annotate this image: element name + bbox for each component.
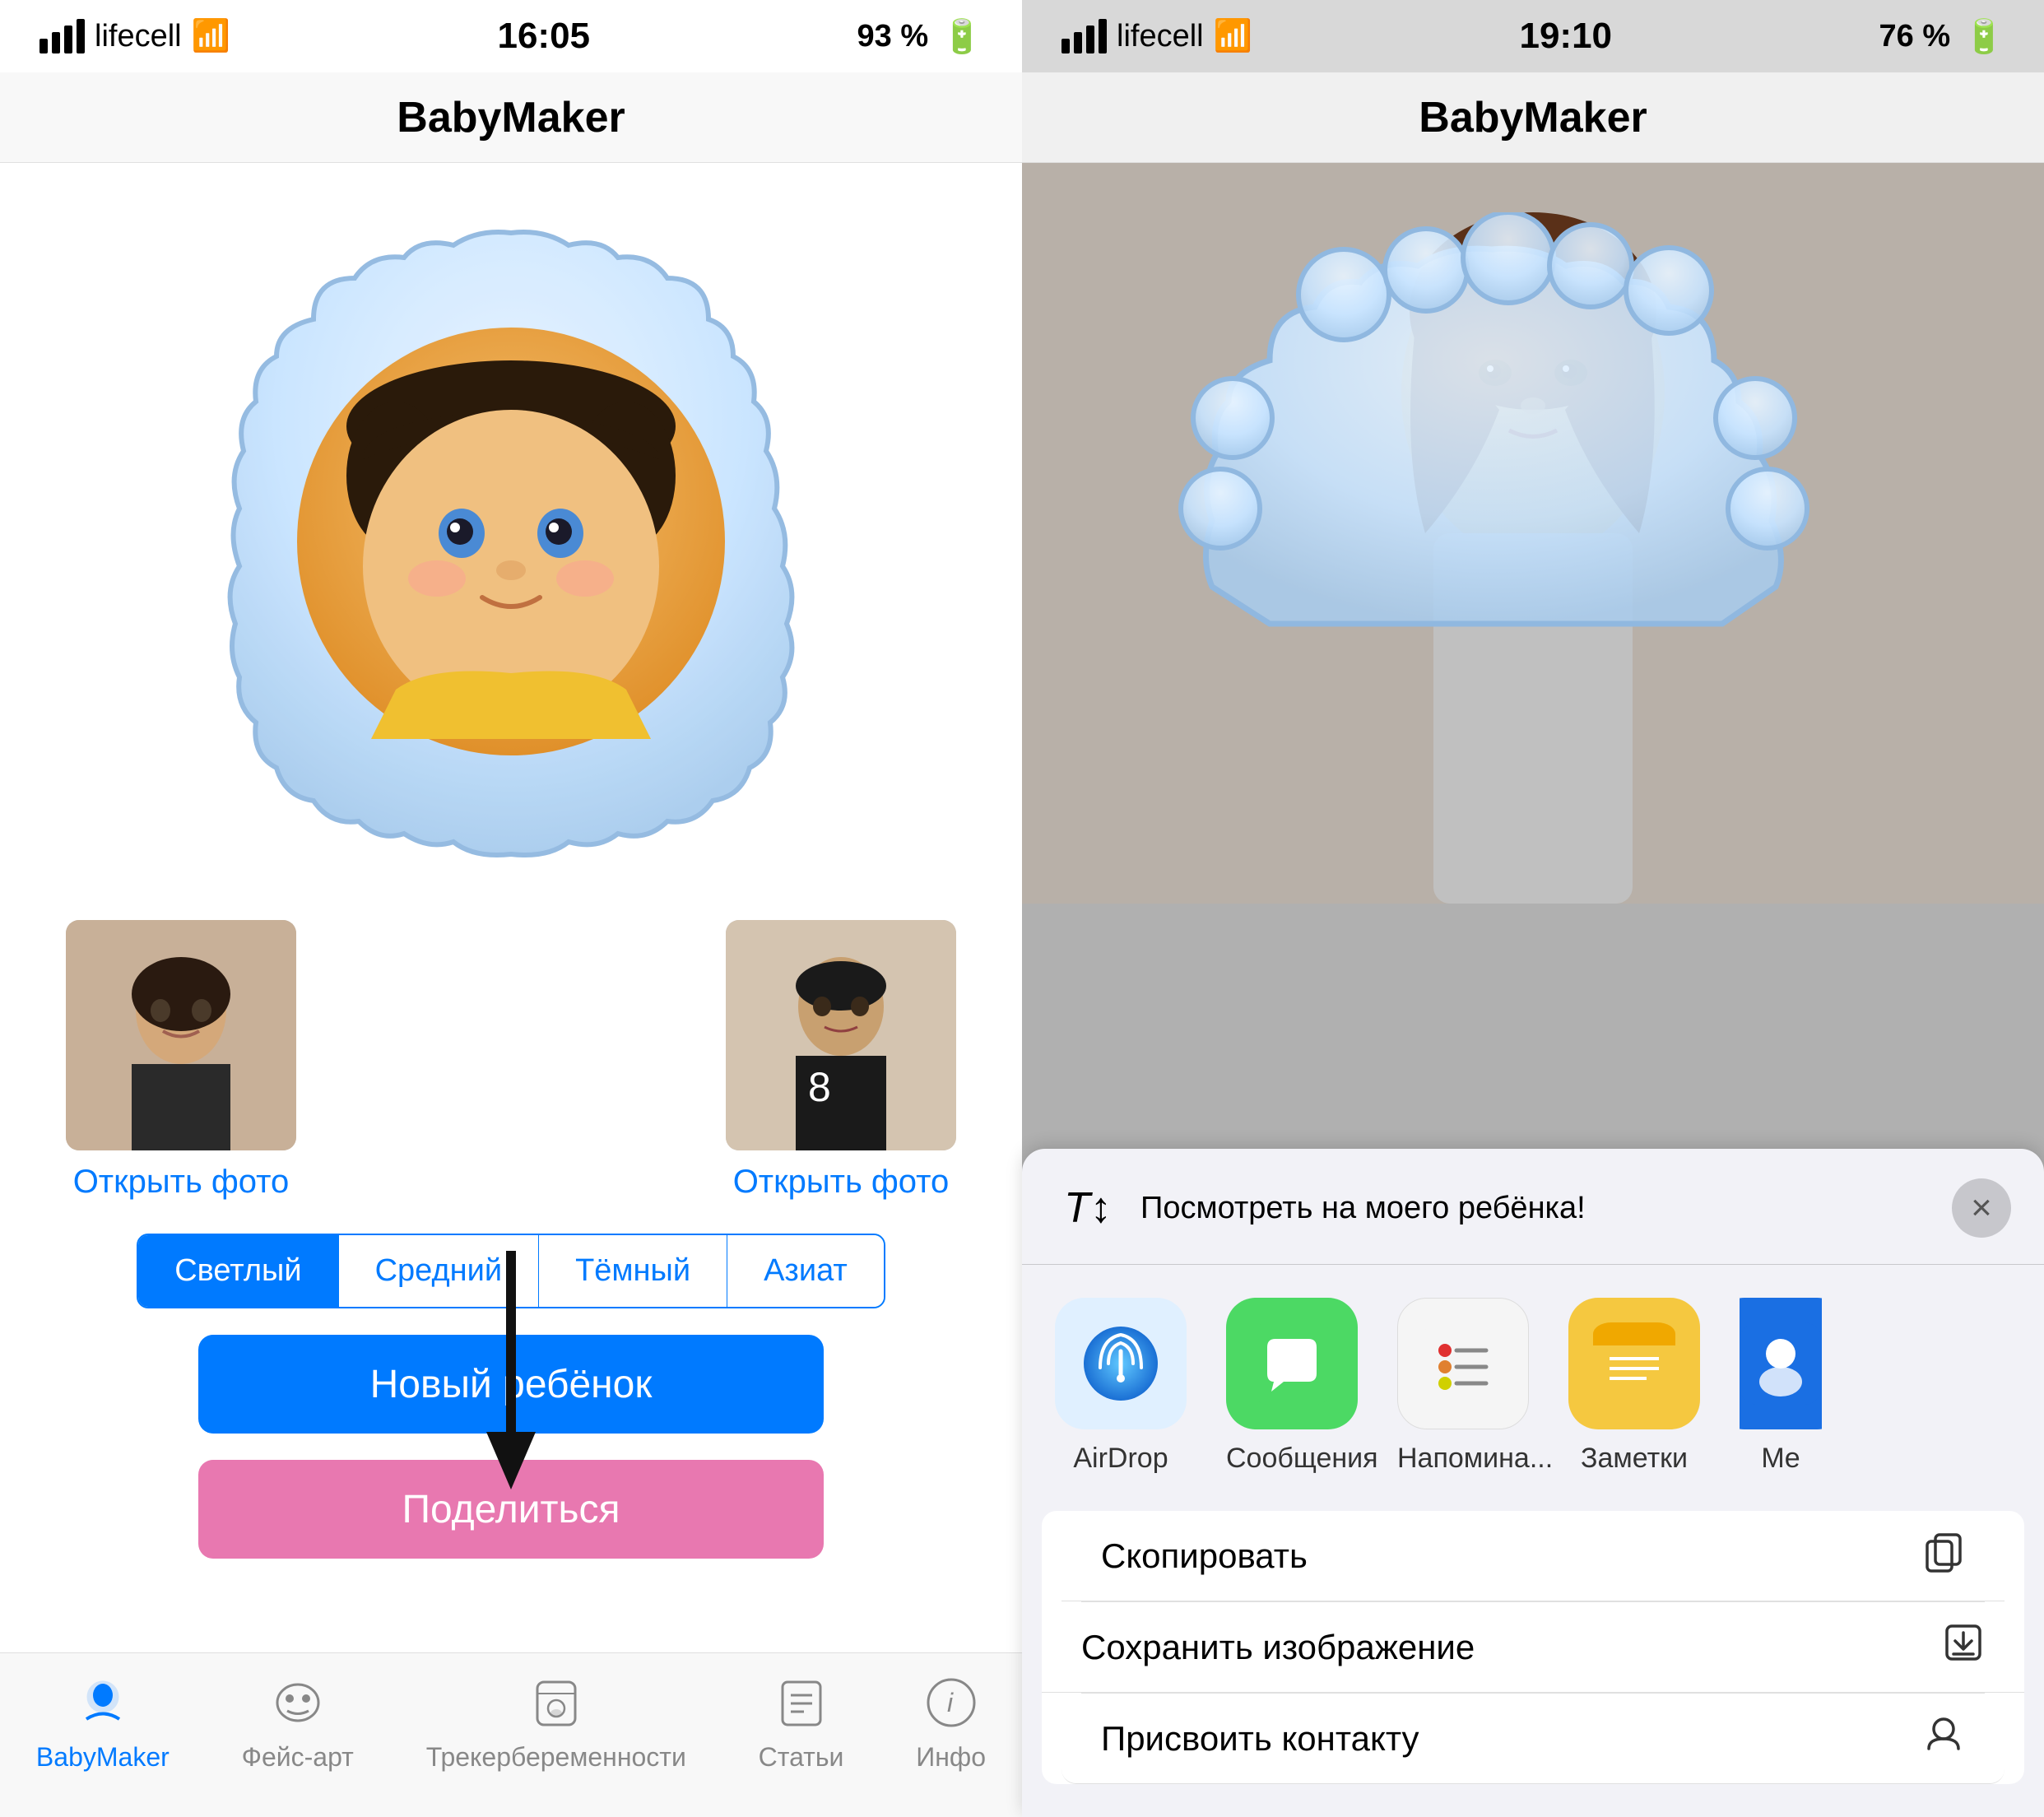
tab-info[interactable]: i Инфо xyxy=(916,1670,986,1773)
skin-btn-asian[interactable]: Азиат xyxy=(727,1235,884,1307)
wifi-icon: 📶 xyxy=(192,18,230,54)
svg-text:i: i xyxy=(947,1688,954,1717)
share-actions-group: Скопировать Сохранить изображение xyxy=(1042,1511,2024,1784)
left-panel: lifecell 📶 16:05 93 % 🔋 BabyMaker xyxy=(0,0,1022,1817)
battery-icon-right: 🔋 xyxy=(1963,17,2005,56)
right-status-left: lifecell 📶 xyxy=(1061,18,1252,54)
articles-tab-icon xyxy=(769,1670,834,1736)
airdrop-icon xyxy=(1055,1298,1187,1429)
airdrop-item[interactable]: AirDrop xyxy=(1055,1298,1187,1475)
tab-tracker[interactable]: Трекербеременности xyxy=(426,1670,686,1773)
photo-item-right: 8 Открыть фото xyxy=(726,920,956,1201)
cloud-frame xyxy=(182,212,840,871)
left-status-bar: lifecell 📶 16:05 93 % 🔋 xyxy=(0,0,1022,72)
babymaker-tab-icon xyxy=(70,1670,136,1736)
copy-label: Скопировать xyxy=(1101,1536,1308,1576)
open-photo-left[interactable]: Открыть фото xyxy=(73,1164,290,1201)
tab-faceart[interactable]: Фейс-арт xyxy=(242,1670,354,1773)
right-panel: lifecell 📶 19:10 76 % 🔋 BabyMaker xyxy=(1022,0,2044,1817)
text-format-icon: T↕ xyxy=(1055,1175,1121,1241)
tab-babymaker[interactable]: BabyMaker xyxy=(36,1670,170,1773)
photo-row: Открыть фото 8 Открыть фото xyxy=(0,887,1022,1201)
share-close-button[interactable]: × xyxy=(1952,1178,2011,1238)
save-image-label: Сохранить изображение xyxy=(1081,1628,1475,1667)
open-photo-right[interactable]: Открыть фото xyxy=(733,1164,950,1201)
left-tab-bar: BabyMaker Фейс-арт xyxy=(0,1652,1022,1817)
left-status-right: 93 % 🔋 xyxy=(857,17,983,56)
left-time: 16:05 xyxy=(497,16,590,57)
down-arrow xyxy=(486,1251,536,1498)
skin-btn-dark[interactable]: Тёмный xyxy=(539,1235,727,1307)
right-wifi-icon: 📶 xyxy=(1214,18,1252,54)
svg-text:8: 8 xyxy=(808,1064,831,1110)
notes-label: Заметки xyxy=(1581,1443,1688,1475)
tab-articles[interactable]: Статьи xyxy=(759,1670,844,1773)
left-status-left: lifecell 📶 xyxy=(39,18,230,54)
copy-icon xyxy=(1922,1530,1965,1582)
left-nav-bar: BabyMaker xyxy=(0,72,1022,163)
share-sheet: T↕ Посмотреть на моего ребёнка! × xyxy=(1022,1149,2044,1817)
assign-contact-action[interactable]: Присвоить контакту xyxy=(1061,1694,2005,1784)
tab-label-articles: Статьи xyxy=(759,1742,844,1773)
messages-icon xyxy=(1226,1298,1358,1429)
notes-icon xyxy=(1568,1298,1700,1429)
right-nav-title: BabyMaker xyxy=(1419,93,1647,142)
cloud-frame-svg xyxy=(182,212,840,871)
photo-thumb-right: 8 xyxy=(726,920,956,1150)
baby-image-container xyxy=(182,212,840,871)
photo-item-left: Открыть фото xyxy=(66,920,296,1201)
right-status-bar: lifecell 📶 19:10 76 % 🔋 xyxy=(1022,0,2044,72)
photo-thumb-left xyxy=(66,920,296,1150)
share-header: T↕ Посмотреть на моего ребёнка! × xyxy=(1022,1149,2044,1265)
me-label: Me xyxy=(1761,1443,1800,1475)
assign-contact-label: Присвоить контакту xyxy=(1101,1719,1419,1759)
faceart-tab-icon xyxy=(265,1670,331,1736)
skin-btn-light[interactable]: Светлый xyxy=(138,1235,338,1307)
messages-item[interactable]: Сообщения xyxy=(1226,1298,1358,1475)
notes-item[interactable]: Заметки xyxy=(1568,1298,1700,1475)
tab-label-info: Инфо xyxy=(916,1742,986,1773)
reminders-label: Напомина... xyxy=(1397,1443,1529,1475)
tab-label-babymaker: BabyMaker xyxy=(36,1742,170,1773)
right-nav-bar: BabyMaker xyxy=(1022,72,2044,163)
right-signal-icon xyxy=(1061,19,1107,53)
left-nav-title: BabyMaker xyxy=(397,93,625,142)
reminders-item[interactable]: Напомина... xyxy=(1397,1298,1529,1475)
info-tab-icon: i xyxy=(918,1670,984,1736)
right-cloud-svg xyxy=(1163,212,1903,772)
battery-percent-right: 76 % xyxy=(1879,19,1951,54)
share-apps-row: AirDrop Сообщения xyxy=(1022,1265,2044,1491)
share-message: Посмотреть на моего ребёнка! xyxy=(1140,1191,1932,1226)
airdrop-label: AirDrop xyxy=(1073,1443,1168,1475)
carrier-label: lifecell xyxy=(95,19,182,54)
tab-label-tracker: Трекербеременности xyxy=(426,1742,686,1773)
contact-icon xyxy=(1922,1712,1965,1765)
right-cloud-frame xyxy=(1163,212,1903,772)
tracker-tab-icon xyxy=(523,1670,589,1736)
save-image-action[interactable]: Сохранить изображение xyxy=(1042,1602,2024,1693)
battery-icon-left: 🔋 xyxy=(941,17,983,56)
signal-icon xyxy=(39,19,85,53)
battery-percent-left: 93 % xyxy=(857,19,929,54)
copy-action[interactable]: Скопировать xyxy=(1061,1511,2005,1601)
tab-label-faceart: Фейс-арт xyxy=(242,1742,354,1773)
right-status-right: 76 % 🔋 xyxy=(1879,17,2005,56)
right-time: 19:10 xyxy=(1519,16,1612,57)
right-carrier-label: lifecell xyxy=(1117,19,1204,54)
messages-label: Сообщения xyxy=(1226,1443,1358,1475)
me-icon xyxy=(1740,1298,1822,1429)
me-item[interactable]: Me xyxy=(1740,1298,1822,1475)
save-icon xyxy=(1942,1621,1985,1674)
reminders-icon xyxy=(1397,1298,1529,1429)
